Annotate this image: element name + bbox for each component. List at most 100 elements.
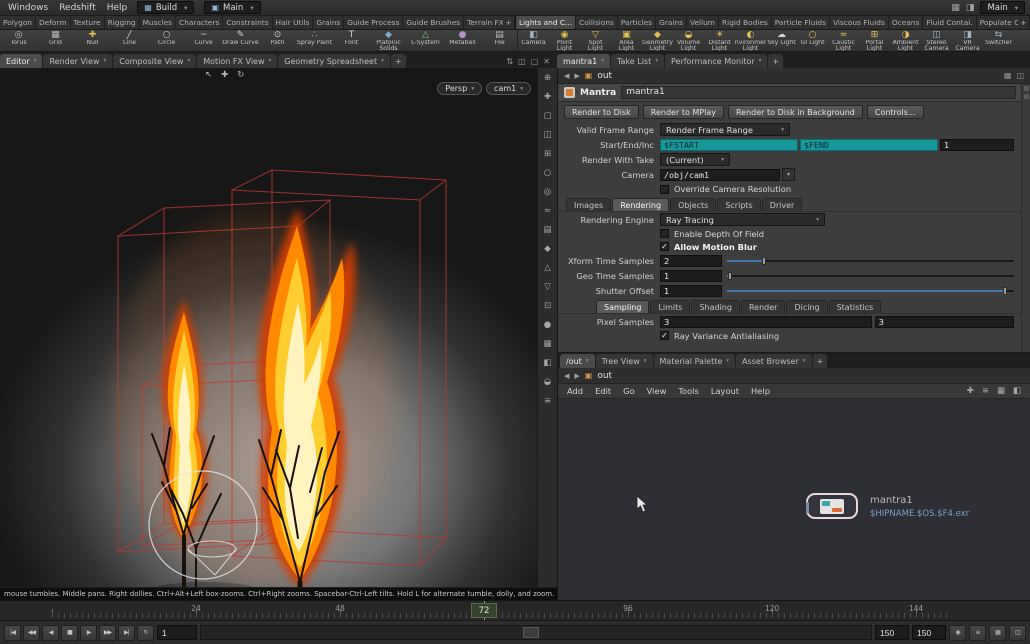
playbar-option-button[interactable]: ◫ xyxy=(1009,624,1026,641)
forward-icon[interactable]: ▶ xyxy=(574,72,579,80)
geo-samples-input[interactable] xyxy=(660,269,722,282)
pane-tab[interactable]: Tree View xyxy=(595,354,653,368)
shelf-tab[interactable]: Oceans xyxy=(888,16,924,29)
breadcrumb-path[interactable]: out xyxy=(597,71,612,81)
param-tab[interactable]: Objects xyxy=(670,198,717,211)
shelf-tool[interactable]: △ L-System xyxy=(407,30,444,51)
pane-tab[interactable]: Asset Browser xyxy=(736,354,812,368)
display-option-icon[interactable]: ◒ xyxy=(544,376,551,389)
menu-item[interactable]: Go xyxy=(623,386,635,396)
frame-range-bar[interactable] xyxy=(200,625,872,640)
render-button[interactable]: Render to Disk in Background xyxy=(727,105,863,119)
shelf-tab[interactable]: Lights and C... xyxy=(516,16,577,29)
shelf-tab[interactable]: Polygon xyxy=(0,16,37,29)
shelf-tool[interactable]: ⇆ Switcher xyxy=(983,30,1014,51)
shelf-tab[interactable]: Guide Process xyxy=(344,16,404,29)
network-tool-icon[interactable]: ◧ xyxy=(1013,386,1021,396)
shelfset-selector[interactable]: ▣ Main xyxy=(204,1,261,14)
menu-item[interactable]: View xyxy=(647,386,667,396)
override-resolution-checkbox[interactable] xyxy=(660,184,669,194)
shelf-tool[interactable]: ◉ Point Light xyxy=(549,30,580,52)
shelf-tool[interactable]: ◑ Ambient Light xyxy=(890,30,921,52)
display-option-icon[interactable]: ◧ xyxy=(543,357,551,370)
pane-tab[interactable]: Material Palette xyxy=(653,354,736,368)
menu-item[interactable]: Edit xyxy=(595,386,611,396)
desktop-selector[interactable]: ▦ Build xyxy=(137,1,195,14)
shelf-tool[interactable]: ◧ Camera xyxy=(518,30,549,51)
render-button[interactable]: Render to MPlay xyxy=(642,105,724,119)
transport-button[interactable]: ▶▶ xyxy=(99,624,116,641)
shelf-tool[interactable]: ○ GI Light xyxy=(797,30,828,51)
shelf-tool[interactable]: ~ Curve xyxy=(185,30,222,51)
pane-option-icon[interactable]: ▦ xyxy=(1004,71,1012,80)
shutter-offset-slider[interactable] xyxy=(727,286,1014,295)
shelf-tool[interactable]: ✎ Draw Curve xyxy=(222,30,259,51)
transport-button[interactable]: ■ xyxy=(61,624,78,641)
shelf-tab[interactable]: Constraints xyxy=(223,16,273,29)
param-tab[interactable]: Rendering xyxy=(612,198,670,211)
shelf-tool[interactable]: ◎ Torus xyxy=(0,30,37,51)
valid-frame-range-select[interactable]: Render Frame Range xyxy=(660,123,790,136)
mantra-node[interactable] xyxy=(806,493,858,519)
timeline-ruler[interactable]: 24 48 96 120 144 72 xyxy=(0,600,1030,620)
shutter-offset-input[interactable] xyxy=(660,284,722,297)
display-option-icon[interactable]: ◎ xyxy=(544,186,551,199)
shelf-tool[interactable]: ◐ Environment Light xyxy=(735,30,766,52)
forward-icon[interactable]: ▶ xyxy=(574,372,579,380)
shelf-tab[interactable]: Particles xyxy=(617,16,657,29)
transport-button[interactable]: ▶| xyxy=(118,624,135,641)
pane-tab[interactable]: Composite View xyxy=(113,54,197,68)
shelf-tab-add-right[interactable]: + xyxy=(1018,16,1030,29)
ray-variance-checkbox[interactable] xyxy=(660,331,669,340)
shelf-tool[interactable]: ∴ Spray Paint xyxy=(296,30,333,51)
node-flag[interactable] xyxy=(806,502,809,513)
render-with-take-select[interactable]: (Current) xyxy=(660,153,730,166)
frame-range-handle[interactable] xyxy=(522,627,539,638)
display-option-icon[interactable]: ≡ xyxy=(544,395,551,408)
shelf-tab[interactable]: Particle Fluids xyxy=(771,16,830,29)
shelf-tool[interactable]: ▤ File xyxy=(481,30,517,51)
transport-button[interactable]: ◀◀ xyxy=(23,624,40,641)
shelf-tab[interactable]: Vellum xyxy=(686,16,720,29)
rendering-engine-select[interactable]: Ray Tracing xyxy=(660,213,825,226)
node-name-field[interactable]: mantra1 xyxy=(621,86,1016,99)
network-canvas[interactable]: mantra1 $HIPNAME.$OS.$F4.exr xyxy=(558,399,1030,600)
display-option-icon[interactable]: ⊡ xyxy=(544,300,551,313)
render-button[interactable]: Controls... xyxy=(866,105,924,119)
param-tab[interactable]: Dicing xyxy=(786,300,828,313)
pixel-samples-x-input[interactable] xyxy=(660,315,872,328)
menu-item[interactable]: Redshift xyxy=(59,3,96,13)
shelf-tab[interactable]: Collisions xyxy=(576,16,618,29)
display-option-icon[interactable]: ● xyxy=(544,319,551,332)
shelf-tool[interactable]: ≈ Caustic Light xyxy=(828,30,859,52)
pane-tab[interactable]: Editor xyxy=(0,54,43,68)
shelf-tool[interactable]: ⊞ Portal Light xyxy=(859,30,890,52)
xform-samples-slider[interactable] xyxy=(727,256,1014,265)
param-tab[interactable]: Limits xyxy=(650,300,691,313)
end-frame-input[interactable] xyxy=(800,138,938,151)
shelf-tab[interactable]: Rigging xyxy=(104,16,140,29)
shelf-tool[interactable]: ☁ Sky Light xyxy=(766,30,797,51)
display-option-icon[interactable]: ⊕ xyxy=(544,72,551,85)
menu-item[interactable]: Help xyxy=(751,386,770,396)
pane-tab[interactable]: Render View xyxy=(43,54,113,68)
transport-button[interactable]: |◀ xyxy=(4,624,21,641)
param-tab[interactable]: Scripts xyxy=(717,198,761,211)
pane-tab[interactable]: Motion FX View xyxy=(197,54,278,68)
viewport-tool-icon[interactable]: ↖ xyxy=(205,70,212,80)
breadcrumb-path[interactable]: out xyxy=(597,371,612,381)
shelf-tool[interactable]: ⊙ Path xyxy=(259,30,296,51)
shelf-tool[interactable]: ✚ Null xyxy=(74,30,111,51)
pane-tab[interactable]: Take List xyxy=(610,54,664,68)
display-option-icon[interactable]: ▤ xyxy=(543,224,551,237)
pane-tab[interactable]: /out xyxy=(560,354,595,368)
transport-button[interactable]: ↻ xyxy=(137,624,154,641)
pane-option-icon[interactable]: ◫ xyxy=(1016,71,1024,80)
shelf-tab[interactable]: Hair Utils xyxy=(272,16,314,29)
shelf-tab[interactable]: Deform xyxy=(36,16,71,29)
shelf-tab[interactable]: Characters xyxy=(176,16,224,29)
network-tool-icon[interactable]: ≡ xyxy=(982,386,989,396)
shelf-tool[interactable]: ╱ Line xyxy=(111,30,148,51)
scene-viewport[interactable]: ↖ ✚ ↻ Persp cam1 ⊕ ✚ ▢ ◫ ⊞ ○ ◎ ≈ ▤ ◆ △ ▽ ⊡ ● ▦ ◧ ◒ ≡ mouse … xyxy=(0,68,557,600)
shelf-tool[interactable]: ▽ Spot Light xyxy=(580,30,611,52)
